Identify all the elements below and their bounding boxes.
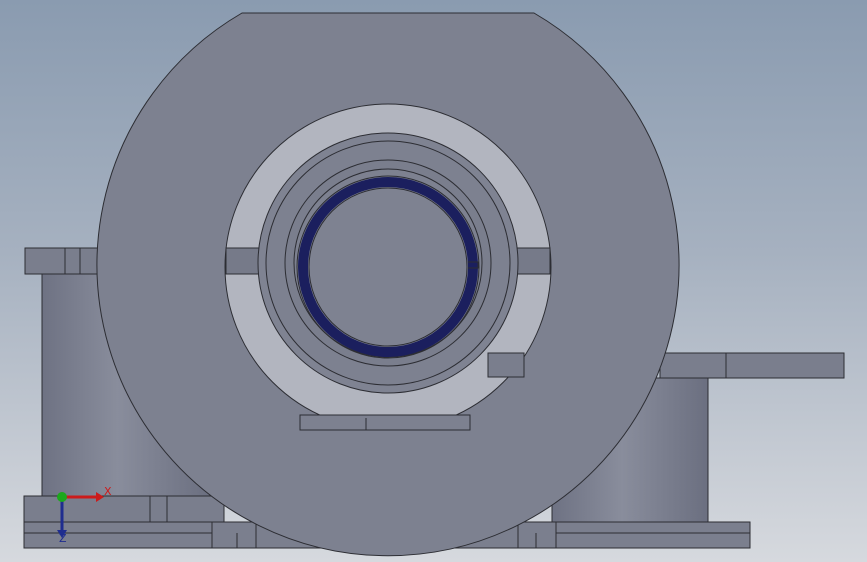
- shaft-bore: [308, 187, 468, 347]
- x-axis-label: X: [104, 485, 112, 498]
- reference-triad: X Z: [44, 480, 124, 550]
- graphics-viewport[interactable]: X Z: [0, 0, 867, 562]
- y-axis-marker: [57, 492, 67, 502]
- pillow-block-bearing-model[interactable]: [0, 0, 867, 562]
- z-axis-label: Z: [59, 532, 67, 545]
